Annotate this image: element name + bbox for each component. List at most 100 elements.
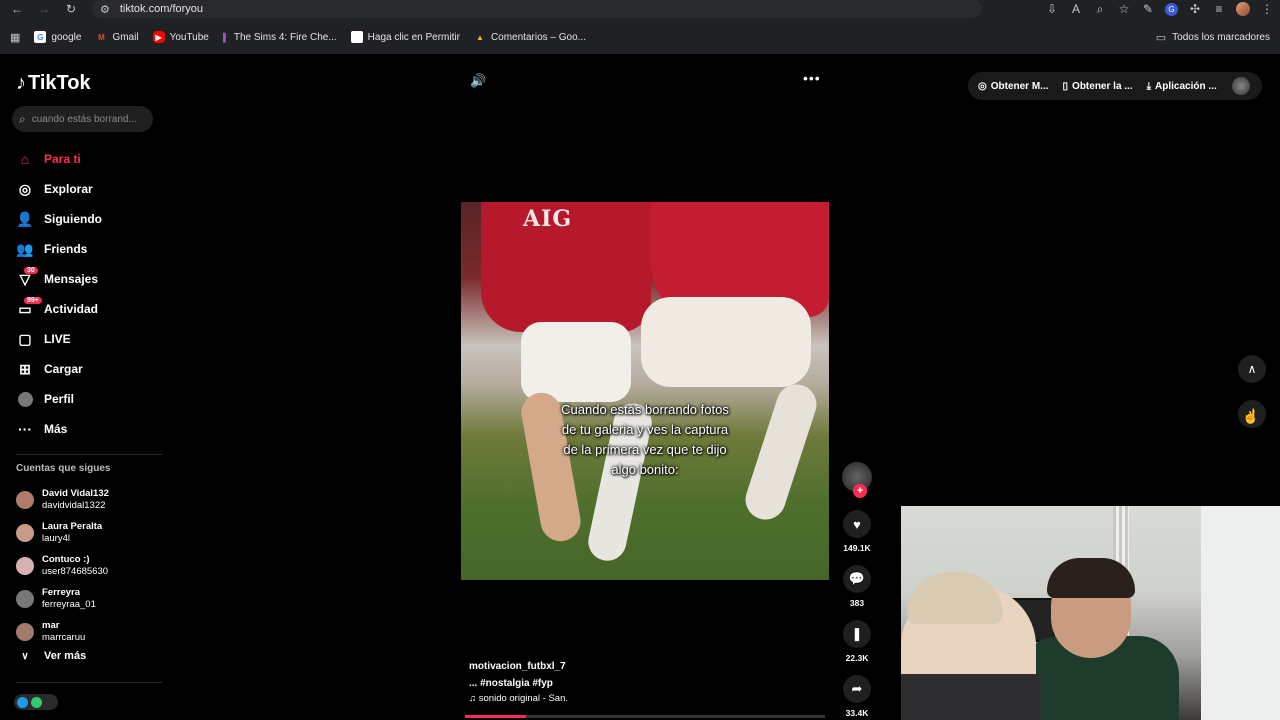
video-hashtags[interactable]: ... #nostalgia #fyp [469, 678, 568, 689]
download-icon: ⤓ [1146, 80, 1152, 92]
volume-icon[interactable]: 🔊 [470, 73, 486, 89]
top-actions: ◎ Obtener M... ▯ Obtener la ... ⤓ Aplicació… [968, 72, 1262, 100]
menu-item-actividad[interactable]: ▭ 99+ Actividad [16, 294, 102, 324]
translate-icon[interactable]: A [1069, 2, 1083, 16]
webcam-scene [1047, 558, 1135, 598]
follow-plus-icon[interactable]: + [853, 484, 867, 498]
chevron-up-icon: ∧ [1247, 362, 1257, 376]
all-bookmarks[interactable]: ▭ Todos los marcadores [1156, 26, 1270, 48]
following-list: David Vidal132 davidvidal1322 Laura Peral… [16, 483, 109, 648]
music-note-icon: ♫ [469, 693, 479, 704]
menu-item-siguiendo[interactable]: 👤 Siguiendo [16, 204, 102, 234]
tiktok-note-icon: ♪ [16, 72, 26, 94]
following-account-ferreyra[interactable]: Ferreyra ferreyraa_01 [16, 582, 109, 615]
extension-icons: ⇩ A ⌕ ☆ ✎ G ✣ ≡ ⋮ [1045, 0, 1274, 18]
menu-item-explorar[interactable]: ◎ Explorar [16, 174, 102, 204]
like-action: ♥ 149.1K [843, 510, 871, 553]
menu-item-cargar[interactable]: ⊞ Cargar [16, 354, 102, 384]
avatar [16, 556, 34, 575]
coin-icon: ◎ [978, 80, 987, 92]
bookmark-google[interactable]: G google [34, 31, 81, 43]
bookmark-icon[interactable]: ❚ [843, 620, 871, 648]
divider [16, 454, 162, 455]
forward-arrow-icon[interactable]: → [33, 0, 55, 18]
share-count: 33.4K [845, 708, 869, 718]
like-count: 149.1K [843, 543, 871, 553]
bookmark-comentarios[interactable]: ▲ Comentarios – Goo... [474, 31, 586, 43]
bottom-widget[interactable] [14, 694, 58, 710]
reading-list-icon[interactable]: ≡ [1212, 2, 1226, 16]
apps-grid-icon[interactable]: ▦ [10, 31, 20, 44]
video-scene [521, 322, 631, 402]
following-title: Cuentas que sigues [16, 463, 111, 474]
following-account-contuco[interactable]: Contuco :) user874685630 [16, 549, 109, 582]
sims-icon: ▌ [223, 32, 229, 42]
heart-icon[interactable]: ♥ [843, 510, 871, 538]
search-text: cuando estás borrand... [31, 113, 137, 125]
widget-blue-icon [17, 696, 28, 708]
search-icon: ⌕ [19, 111, 26, 126]
see-more-button[interactable]: ∨ Ver más [16, 650, 86, 662]
search-input[interactable]: ⌕ cuando estás borrand... [12, 106, 153, 132]
video-scene [641, 297, 811, 387]
widget-green-icon [31, 696, 42, 708]
chrome-menu-icon[interactable]: ⋮ [1260, 2, 1274, 16]
brand-name: TikTok [28, 72, 91, 94]
extension-g-icon[interactable]: G [1165, 2, 1178, 16]
get-app-button[interactable]: ▯ Obtener la ... [1063, 81, 1133, 92]
menu-item-para-ti[interactable]: ⌂ Para ti [16, 144, 102, 174]
profile-avatar-icon [16, 391, 34, 408]
zoom-icon[interactable]: ⌕ [1093, 2, 1107, 17]
comment-count: 383 [849, 598, 865, 608]
video-username[interactable]: motivacion_futbxl_7 [469, 661, 568, 672]
address-bar[interactable]: ⚙ tiktok.com/foryou [92, 0, 982, 18]
bookmark-gmail[interactable]: M Gmail [95, 31, 138, 43]
more-options-icon[interactable]: ••• [803, 70, 821, 86]
site-settings-icon[interactable]: ⚙ [100, 3, 110, 16]
upload-icon: ⊞ [19, 360, 31, 377]
back-arrow-icon[interactable]: ← [6, 0, 28, 18]
chrome-profile-avatar[interactable] [1236, 2, 1250, 16]
live-icon: ▢ [18, 330, 32, 347]
bookmark-permitir[interactable]: Haga clic en Permitir [350, 31, 460, 43]
menu-item-perfil[interactable]: Perfil [16, 384, 102, 414]
more-icon: ··· [18, 421, 32, 437]
video-progress-bar[interactable] [465, 715, 825, 718]
install-app-icon[interactable]: ⇩ [1045, 2, 1059, 16]
video-player[interactable]: AIG Cuando estás borrando fotos de tu ga… [461, 202, 829, 580]
bookmark-youtube[interactable]: ▶ YouTube [152, 31, 209, 43]
puzzle-icon[interactable]: ✣ [1188, 2, 1202, 16]
menu-item-live[interactable]: ▢ LIVE [16, 324, 102, 354]
friends-icon: 👥 [16, 240, 34, 257]
following-account-mar[interactable]: mar marrcaruu [16, 615, 109, 648]
jersey-sponsor-logo: AIG [523, 206, 573, 232]
share-action: ➦ 33.4K [843, 675, 871, 718]
comment-icon[interactable]: 💬 [843, 565, 871, 593]
reload-icon[interactable]: ↻ [60, 0, 82, 18]
desktop-app-button[interactable]: ⤓ Aplicación ... [1147, 81, 1217, 92]
get-coins-button[interactable]: ◎ Obtener M... [978, 81, 1049, 92]
save-action: ❚ 22.3K [843, 620, 871, 663]
webcam-scene [1201, 506, 1280, 720]
following-account-laura[interactable]: Laura Peralta laury4l [16, 516, 109, 549]
user-avatar[interactable] [1232, 77, 1250, 95]
previous-video-button[interactable]: ∧ [1238, 355, 1266, 383]
webcam-scene [901, 674, 1041, 720]
main-menu: ⌂ Para ti ◎ Explorar 👤 Siguiendo 👥 Frien… [16, 144, 102, 444]
video-actions: + ♥ 149.1K 💬 383 ❚ 22.3K ➦ 33.4K [838, 462, 876, 718]
pen-extension-icon[interactable]: ✎ [1141, 2, 1155, 16]
webcam-scene [907, 572, 1003, 624]
bookmark-sims[interactable]: ▌ The Sims 4: Fire Che... [223, 31, 337, 43]
creator-avatar[interactable]: + [842, 462, 872, 498]
video-meta: motivacion_futbxl_7 ... #nostalgia #fyp … [469, 661, 568, 704]
menu-item-friends[interactable]: 👥 Friends [16, 234, 102, 264]
following-account-david[interactable]: David Vidal132 davidvidal1322 [16, 483, 109, 516]
share-icon[interactable]: ➦ [843, 675, 871, 703]
save-count: 22.3K [845, 653, 869, 663]
hand-cursor-icon: ☝ [1242, 408, 1260, 424]
menu-item-mas[interactable]: ··· Más [16, 414, 102, 444]
menu-item-mensajes[interactable]: ▽ 30 Mensajes [16, 264, 102, 294]
bookmark-star-icon[interactable]: ☆ [1117, 2, 1131, 16]
video-sound[interactable]: ♫ sonido original - San. [469, 693, 568, 704]
tiktok-logo[interactable]: ♪ TikTok [16, 72, 91, 95]
